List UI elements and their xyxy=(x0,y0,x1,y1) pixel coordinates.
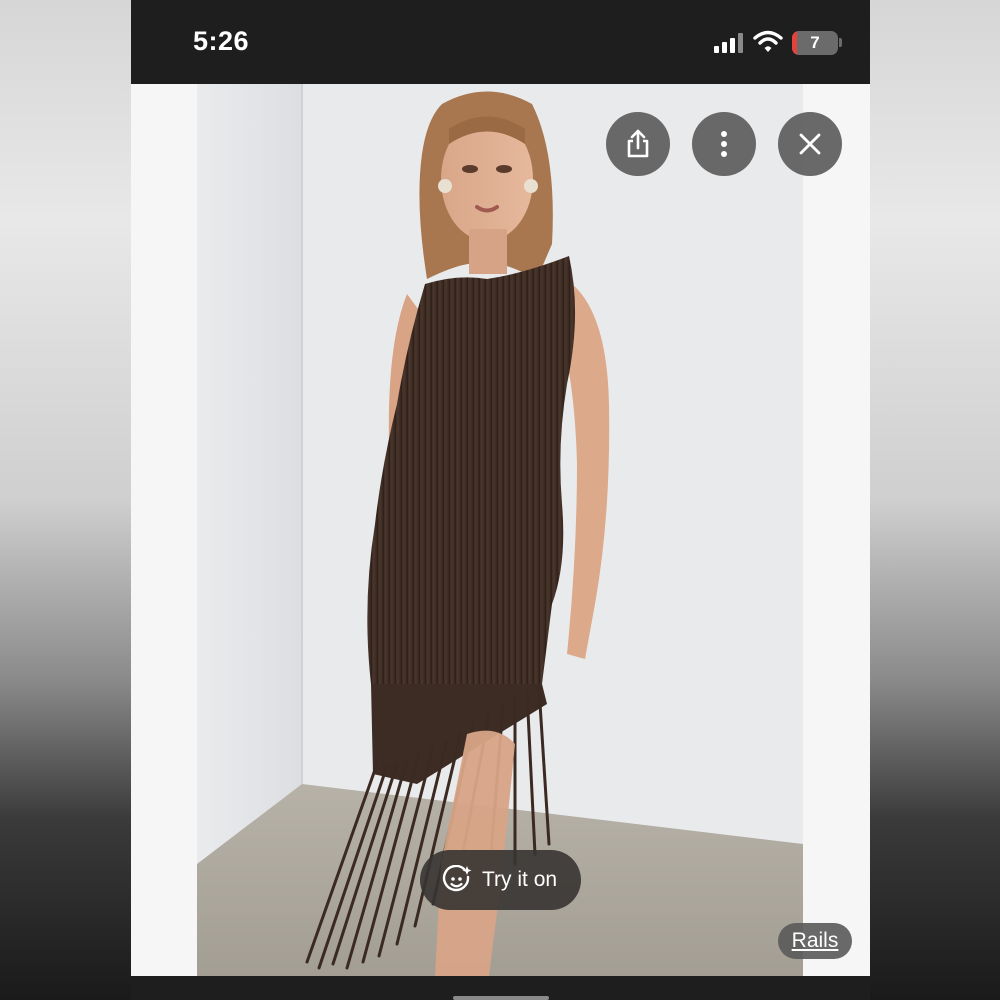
try-it-on-label: Try it on xyxy=(482,868,558,891)
image-viewer: Try it on Rails xyxy=(131,84,870,976)
share-icon xyxy=(627,129,649,158)
phone-screen: 5:26 7 Try it on Rails xyxy=(131,0,870,1000)
bottom-toolbar-edge xyxy=(453,996,549,1000)
wifi-icon xyxy=(753,30,783,52)
try-it-on-button[interactable]: Try it on xyxy=(420,850,581,910)
more-vertical-icon xyxy=(721,131,727,157)
bottom-bar xyxy=(131,976,870,1000)
battery-cap xyxy=(839,38,842,47)
product-photo[interactable] xyxy=(197,84,803,976)
source-link[interactable]: Rails xyxy=(778,923,852,959)
signal-bars-icon xyxy=(714,33,743,53)
share-button[interactable] xyxy=(606,112,670,176)
more-button[interactable] xyxy=(692,112,756,176)
status-bar: 5:26 7 xyxy=(131,0,870,84)
close-icon xyxy=(799,133,821,155)
sparkle-face-icon xyxy=(442,865,472,892)
status-time: 5:26 xyxy=(193,26,250,56)
close-button[interactable] xyxy=(778,112,842,176)
battery-level: 7 xyxy=(810,33,820,52)
battery-icon: 7 xyxy=(792,31,838,55)
